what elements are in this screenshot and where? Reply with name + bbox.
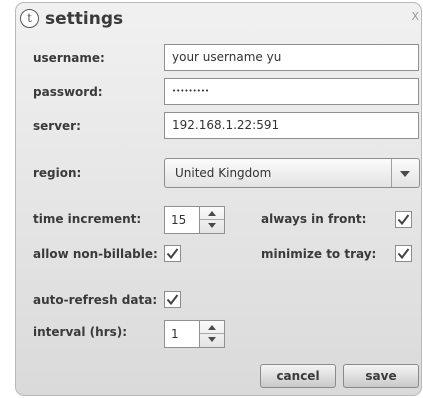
time-increment-value[interactable]: 15 xyxy=(171,207,186,233)
server-field[interactable]: 192.168.1.22:591 xyxy=(164,112,419,139)
title-bar[interactable]: t settings X xyxy=(16,3,421,37)
checkmark-icon xyxy=(166,294,179,306)
close-button[interactable]: X xyxy=(411,11,419,23)
app-logo-icon: t xyxy=(20,9,39,28)
minimize-to-tray-label: minimize to tray: xyxy=(261,247,377,261)
interval-down-button[interactable] xyxy=(200,334,224,347)
interval-up-button[interactable] xyxy=(200,321,224,334)
checkmark-icon xyxy=(397,214,410,226)
interval-value[interactable]: 1 xyxy=(171,321,179,347)
time-increment-stepper[interactable]: 15 xyxy=(164,206,225,234)
checkmark-icon xyxy=(166,248,179,260)
save-button[interactable]: save xyxy=(343,364,419,388)
time-increment-label: time increment: xyxy=(33,212,142,226)
stepper-buttons xyxy=(199,207,224,233)
increment-down-button[interactable] xyxy=(200,220,224,233)
dialog-title: settings xyxy=(45,9,124,29)
arrow-down-icon xyxy=(208,223,216,228)
interval-stepper[interactable]: 1 xyxy=(164,320,225,348)
arrow-up-icon xyxy=(208,211,216,216)
username-label: username: xyxy=(33,51,105,65)
allow-non-billable-label: allow non-billable: xyxy=(33,247,158,261)
auto-refresh-label: auto-refresh data: xyxy=(33,293,158,307)
username-field[interactable]: your username yu xyxy=(164,44,419,71)
checkmark-icon xyxy=(397,248,410,260)
settings-dialog: t settings X username: your username yu … xyxy=(15,2,422,396)
password-field[interactable]: ••••••••• xyxy=(164,78,419,105)
chevron-down-icon[interactable] xyxy=(400,171,410,177)
cancel-button[interactable]: cancel xyxy=(260,364,336,388)
interval-label: interval (hrs): xyxy=(33,325,128,339)
region-label: region: xyxy=(33,166,82,180)
always-in-front-checkbox[interactable] xyxy=(395,211,412,228)
arrow-down-icon xyxy=(208,337,216,342)
dropdown-divider xyxy=(391,159,392,187)
increment-up-button[interactable] xyxy=(200,207,224,220)
region-dropdown[interactable]: United Kingdom xyxy=(164,158,420,188)
minimize-to-tray-checkbox[interactable] xyxy=(395,245,412,262)
region-selected-value: United Kingdom xyxy=(175,166,272,180)
password-label: password: xyxy=(33,85,103,99)
auto-refresh-checkbox[interactable] xyxy=(164,291,181,308)
stepper-buttons xyxy=(199,321,224,347)
arrow-up-icon xyxy=(208,325,216,330)
allow-non-billable-checkbox[interactable] xyxy=(164,245,181,262)
always-in-front-label: always in front: xyxy=(261,212,367,226)
server-label: server: xyxy=(33,119,81,133)
